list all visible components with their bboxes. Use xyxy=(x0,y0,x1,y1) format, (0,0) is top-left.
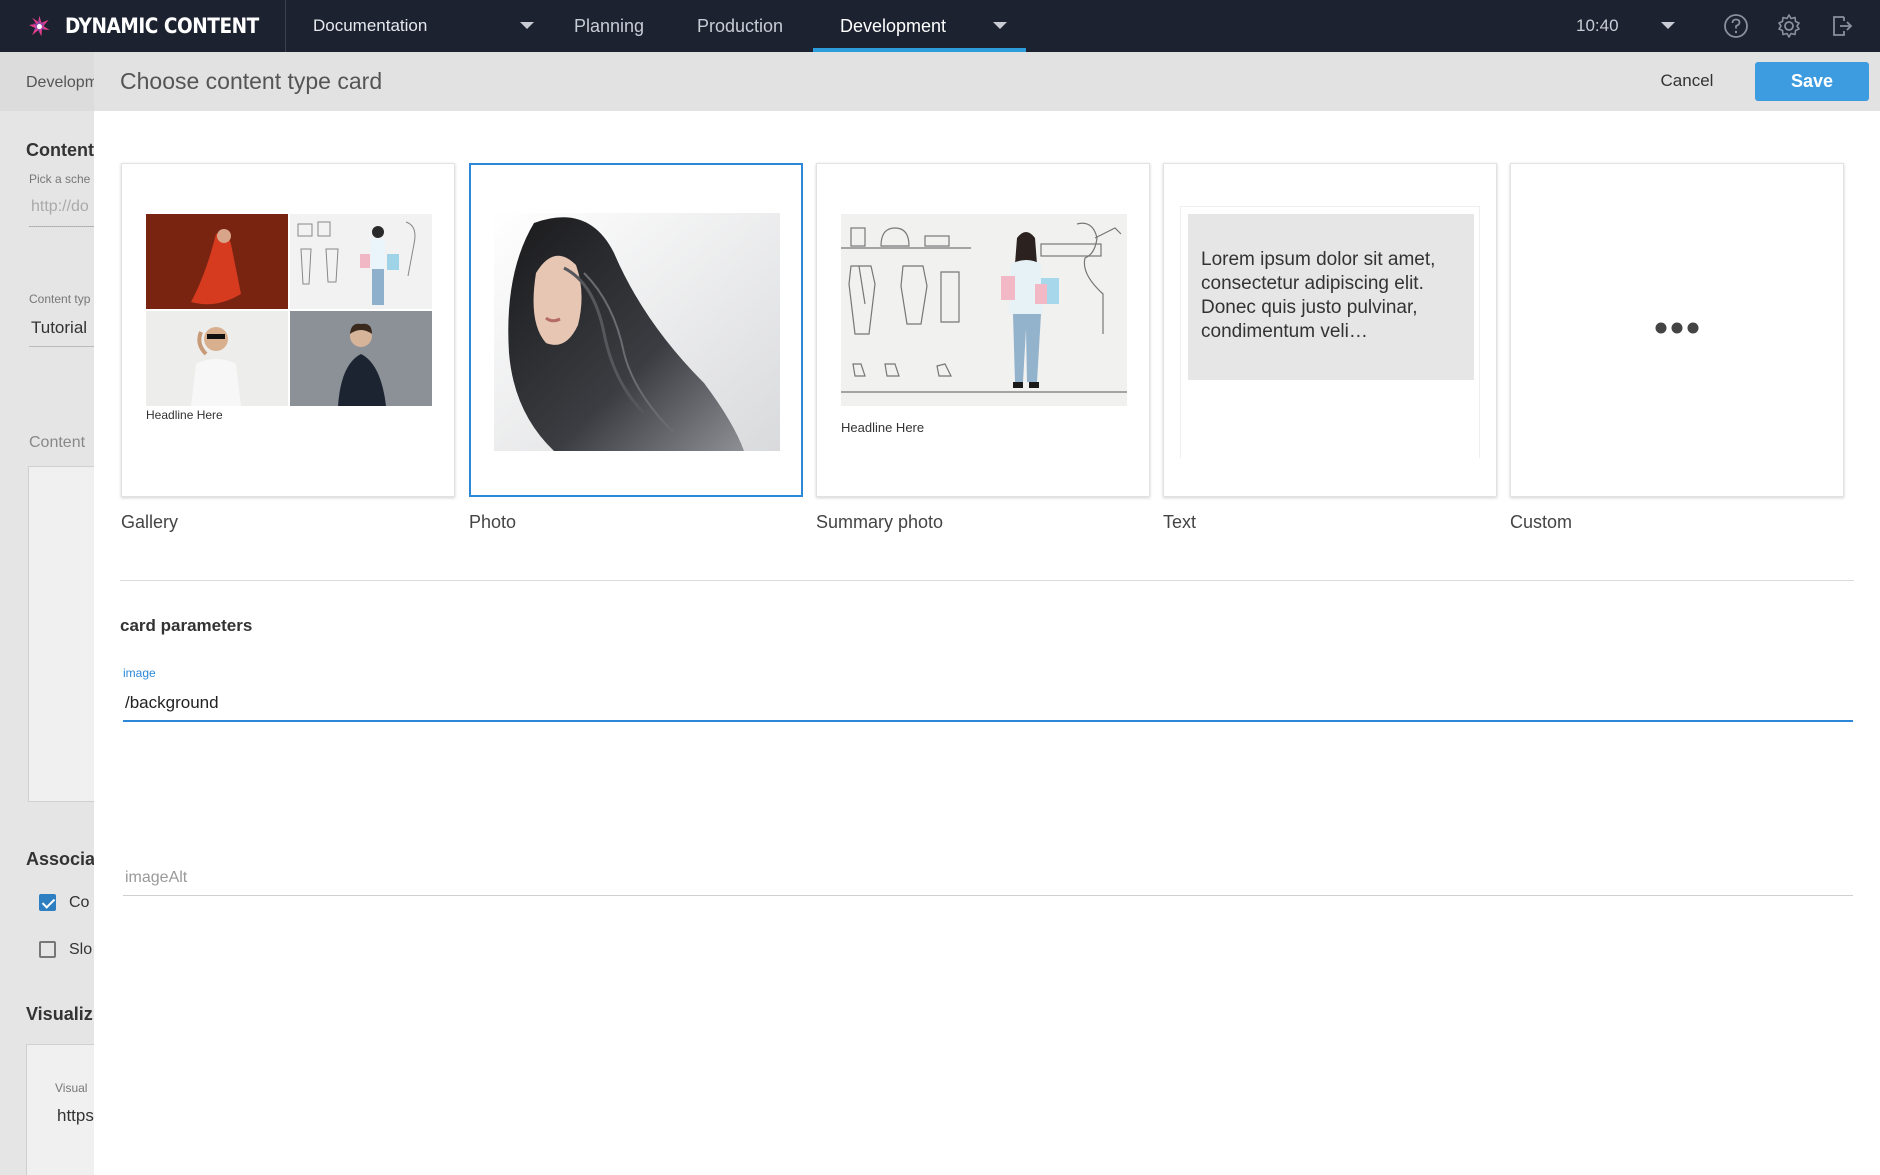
summary-photo-caption: Headline Here xyxy=(841,420,925,435)
card-parameters-heading: card parameters xyxy=(120,616,253,635)
hub-name: Documentation xyxy=(313,16,428,35)
card-photo[interactable] xyxy=(469,163,803,497)
background-checkbox-1-label: Co xyxy=(69,894,90,911)
background-content-type-label: Content typ xyxy=(29,292,91,306)
time-label: 10:40 xyxy=(1576,16,1619,35)
card-gallery[interactable]: Headline Here xyxy=(121,163,455,497)
hub-selector[interactable]: Documentation xyxy=(286,0,550,52)
tab-production-label: Production xyxy=(697,15,784,36)
background-visual-label: Visual xyxy=(55,1081,88,1095)
text-card-preview: Lorem ipsum dolor sit amet, consectetur … xyxy=(1188,214,1474,380)
top-nav-bar: DYNAMIC CONTENT Documentation Planning P… xyxy=(0,0,1880,52)
image-field-label: image xyxy=(123,666,156,680)
section-divider xyxy=(120,580,1854,581)
more-dots-icon xyxy=(1655,322,1699,334)
background-schema-input[interactable]: http://do xyxy=(31,198,89,216)
background-visual-value[interactable]: https xyxy=(57,1106,94,1126)
card-gallery-label: Gallery xyxy=(121,512,179,532)
choose-card-modal: Choose content type card Cancel Save Hea… xyxy=(94,52,1880,1175)
background-breadcrumb: Developm xyxy=(26,74,99,91)
gallery-caption: Headline Here xyxy=(146,408,223,422)
logout-icon[interactable] xyxy=(1829,13,1855,39)
card-text-label: Text xyxy=(1163,512,1197,532)
card-custom[interactable] xyxy=(1510,163,1844,497)
gear-icon[interactable] xyxy=(1776,13,1802,39)
tab-development-label: Development xyxy=(840,15,947,36)
background-checkbox-checked[interactable] xyxy=(39,894,56,911)
chevron-down-icon xyxy=(520,22,534,29)
background-divider xyxy=(29,346,99,347)
chevron-down-icon[interactable] xyxy=(1661,22,1675,29)
photo-thumbnail xyxy=(494,213,780,451)
background-content-heading: Content xyxy=(26,140,94,160)
modal-header: Choose content type card Cancel Save xyxy=(94,52,1880,111)
background-content-type-value[interactable]: Tutorial xyxy=(31,318,87,338)
tab-planning-label: Planning xyxy=(574,15,645,36)
modal-title: Choose content type card xyxy=(120,68,383,94)
background-divider xyxy=(29,226,99,227)
background-checkbox-2-label: Slo xyxy=(69,941,93,958)
card-photo-label: Photo xyxy=(469,512,517,532)
background-visualization-heading: Visualiz xyxy=(26,1004,93,1024)
image-field[interactable] xyxy=(123,686,1853,722)
card-custom-label: Custom xyxy=(1510,512,1573,532)
card-text[interactable]: Lorem ipsum dolor sit amet, consectetur … xyxy=(1163,163,1497,497)
card-summary-photo-label: Summary photo xyxy=(816,512,944,532)
card-summary-photo[interactable]: Headline Here xyxy=(816,163,1150,497)
background-schema-hint: Pick a sche xyxy=(29,172,91,186)
time-display: 10:40 xyxy=(1576,0,1619,52)
chevron-down-icon[interactable] xyxy=(993,22,1007,29)
save-button[interactable]: Save xyxy=(1755,62,1869,101)
help-icon[interactable] xyxy=(1723,13,1749,39)
tab-production[interactable]: Production xyxy=(697,0,783,52)
background-associated-heading: Associa xyxy=(26,849,96,869)
brand[interactable]: DYNAMIC CONTENT xyxy=(0,0,286,52)
brand-name: DYNAMIC CONTENT xyxy=(64,14,259,38)
image-alt-field[interactable] xyxy=(123,860,1853,896)
background-content-section: Content xyxy=(29,434,86,451)
cancel-button[interactable]: Cancel xyxy=(1642,62,1732,100)
gallery-image-grid xyxy=(146,214,432,406)
tab-planning[interactable]: Planning xyxy=(574,0,644,52)
summary-photo-thumbnail xyxy=(841,214,1127,406)
background-checkbox-unchecked[interactable] xyxy=(39,941,56,958)
dynamic-content-logo-icon xyxy=(29,15,50,37)
